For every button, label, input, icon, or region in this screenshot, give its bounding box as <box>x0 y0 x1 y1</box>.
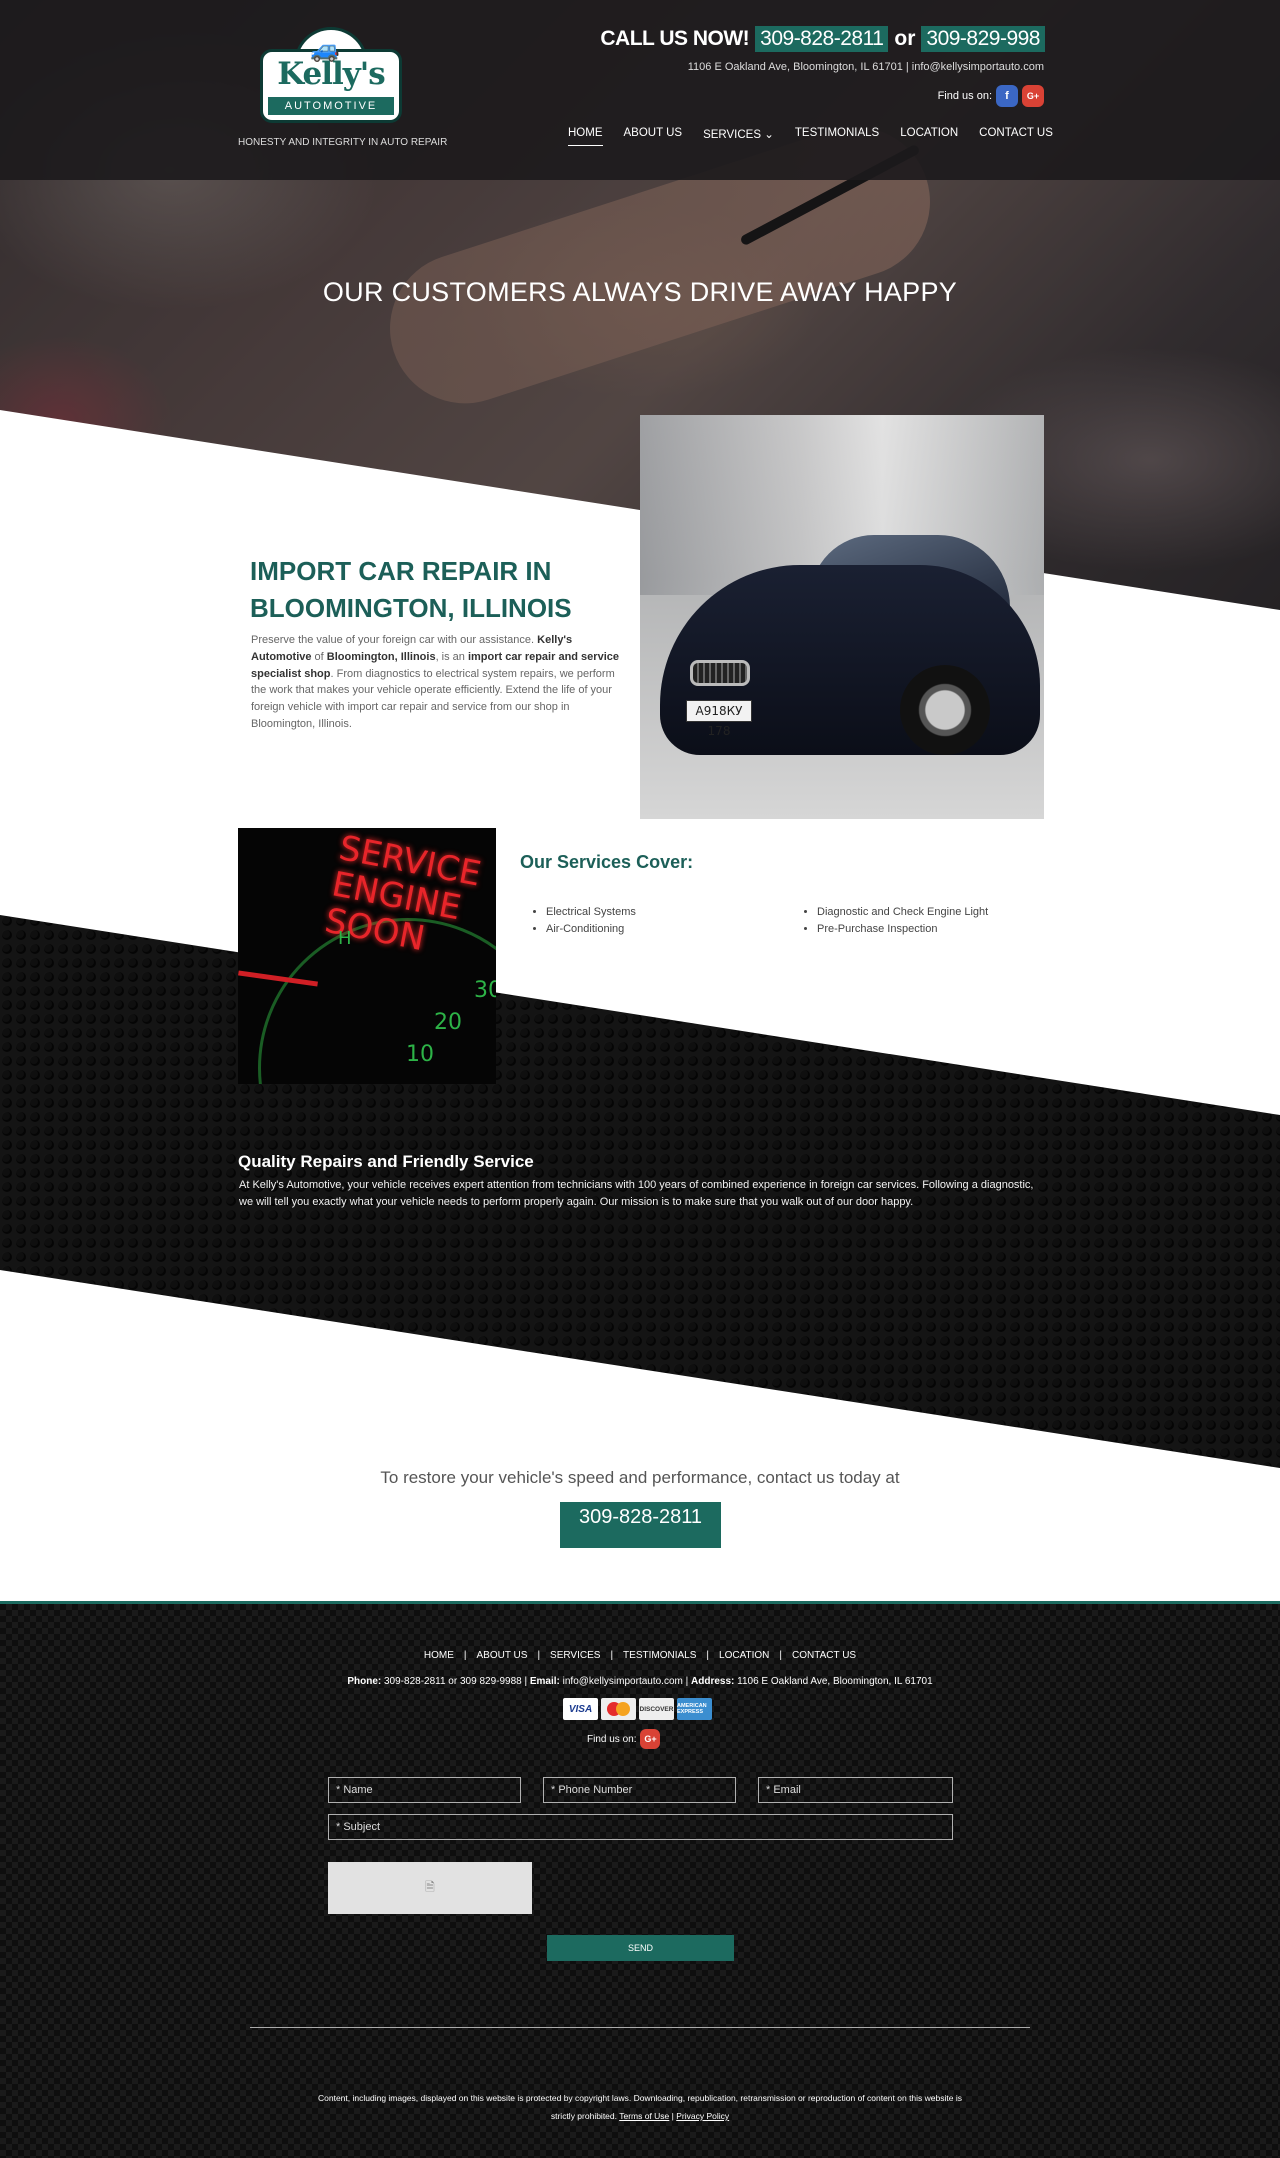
google-plus-icon[interactable]: G+ <box>640 1729 661 1749</box>
tagline: HONESTY AND INTEGRITY IN AUTO REPAIR <box>238 137 448 148</box>
email-field[interactable]: * Email <box>758 1777 953 1803</box>
license-plate: А918КУ 178 <box>686 700 752 738</box>
services-heading: Our Services Cover: <box>520 852 694 872</box>
cta-phone-button[interactable]: 309-828-2811 <box>560 1502 721 1548</box>
list-item: Pre-Purchase Inspection <box>817 921 988 938</box>
list-item: Air-Conditioning <box>546 921 636 938</box>
nav-home[interactable]: HOME <box>568 127 603 146</box>
call-us-label: CALL US NOW! <box>600 27 750 50</box>
chevron-down-icon: ⌄ <box>764 129 774 141</box>
nav-services[interactable]: SERVICES ⌄ <box>703 127 774 146</box>
nav-contact-us[interactable]: CONTACT US <box>979 127 1053 146</box>
phone-field[interactable]: * Phone Number <box>543 1777 736 1803</box>
footer-nav-home[interactable]: HOME <box>424 1650 454 1661</box>
name-field[interactable]: * Name <box>328 1777 521 1803</box>
send-button[interactable]: SEND <box>547 1935 734 1961</box>
footer-nav-testimonials[interactable]: TESTIMONIALS <box>623 1650 696 1661</box>
header-find-us: Find us on: f G+ <box>938 85 1044 107</box>
document-icon: 🗎 <box>425 1879 435 1894</box>
amex-icon: AMERICAN EXPRESS <box>677 1698 712 1720</box>
cta-text: To restore your vehicle's speed and perf… <box>380 1468 900 1487</box>
terms-of-use-link[interactable]: Terms of Use <box>619 2111 669 2121</box>
hero-title: OUR CUSTOMERS ALWAYS DRIVE AWAY HAPPY <box>322 277 958 307</box>
footer-nav-services[interactable]: SERVICES <box>550 1650 600 1661</box>
captcha-box[interactable]: 🗎 <box>328 1862 532 1914</box>
privacy-policy-link[interactable]: Privacy Policy <box>676 2111 729 2121</box>
mastercard-icon <box>601 1698 636 1720</box>
footer-divider <box>250 2027 1030 2028</box>
footer-nav-location[interactable]: LOCATION <box>719 1650 769 1661</box>
kellys-automotive-logo[interactable]: 🚙 Kelly's AUTOMOTIVE <box>258 27 404 127</box>
or-text: or <box>894 27 916 50</box>
nav-services-label: SERVICES <box>703 129 762 141</box>
visa-icon: VISA <box>563 1698 598 1720</box>
list-item: Electrical Systems <box>546 904 636 921</box>
intro-paragraph: Preserve the value of your foreign car w… <box>251 634 619 730</box>
service-engine-photo: SERVICE ENGINE SOON 30 20 10 H <box>238 828 496 1084</box>
discover-icon: DISCOVER <box>639 1698 674 1720</box>
wheel-image <box>900 665 990 755</box>
copyright-notice: Content, including images, displayed on … <box>318 2093 962 2121</box>
footer: HOME | ABOUT US | SERVICES | TESTIMONIAL… <box>0 1601 1280 2158</box>
logo-subtitle: AUTOMOTIVE <box>268 97 394 115</box>
phone-link-secondary[interactable]: 309-829-998 <box>921 26 1045 52</box>
main-nav: HOME ABOUT US SERVICES ⌄ TESTIMONIALS LO… <box>568 127 1053 146</box>
services-list-right: Diagnostic and Check Engine Light Pre-Pu… <box>803 904 988 938</box>
google-plus-icon[interactable]: G+ <box>1022 85 1044 107</box>
footer-nav: HOME | ABOUT US | SERVICES | TESTIMONIAL… <box>423 1650 857 1661</box>
quality-heading: Quality Repairs and Friendly Service <box>238 1152 534 1171</box>
quality-paragraph: At Kelly's Automotive, your vehicle rece… <box>239 1179 1034 1208</box>
phone-link-primary[interactable]: 309-828-2811 <box>755 26 889 52</box>
list-item: Diagnostic and Check Engine Light <box>817 904 988 921</box>
nav-testimonials[interactable]: TESTIMONIALS <box>795 127 879 146</box>
header-address: 1106 E Oakland Ave, Bloomington, IL 6170… <box>687 61 1044 73</box>
car-photo: А918КУ 178 <box>640 415 1044 819</box>
footer-nav-contact-us[interactable]: CONTACT US <box>792 1650 856 1661</box>
nav-location[interactable]: LOCATION <box>900 127 958 146</box>
payment-cards: VISA DISCOVER AMERICAN EXPRESS <box>563 1698 712 1720</box>
subject-field[interactable]: * Subject <box>328 1814 953 1840</box>
footer-nav-about-us[interactable]: ABOUT US <box>477 1650 528 1661</box>
nav-about-us[interactable]: ABOUT US <box>624 127 683 146</box>
footer-contact-info: Phone: 309-828-2811 or 309 829-9988 | Em… <box>347 1676 933 1687</box>
services-list-left: Electrical Systems Air-Conditioning <box>532 904 636 938</box>
logo-wordmark: Kelly's <box>277 56 386 92</box>
find-us-label: Find us on: <box>937 90 992 102</box>
footer-find-us: Find us on: G+ <box>587 1729 661 1749</box>
intro-heading: IMPORT CAR REPAIR IN BLOOMINGTON, ILLINO… <box>250 556 572 623</box>
facebook-icon[interactable]: f <box>996 85 1018 107</box>
call-us-bar: CALL US NOW! 309-828-2811 or 309-829-998 <box>600 24 1045 54</box>
